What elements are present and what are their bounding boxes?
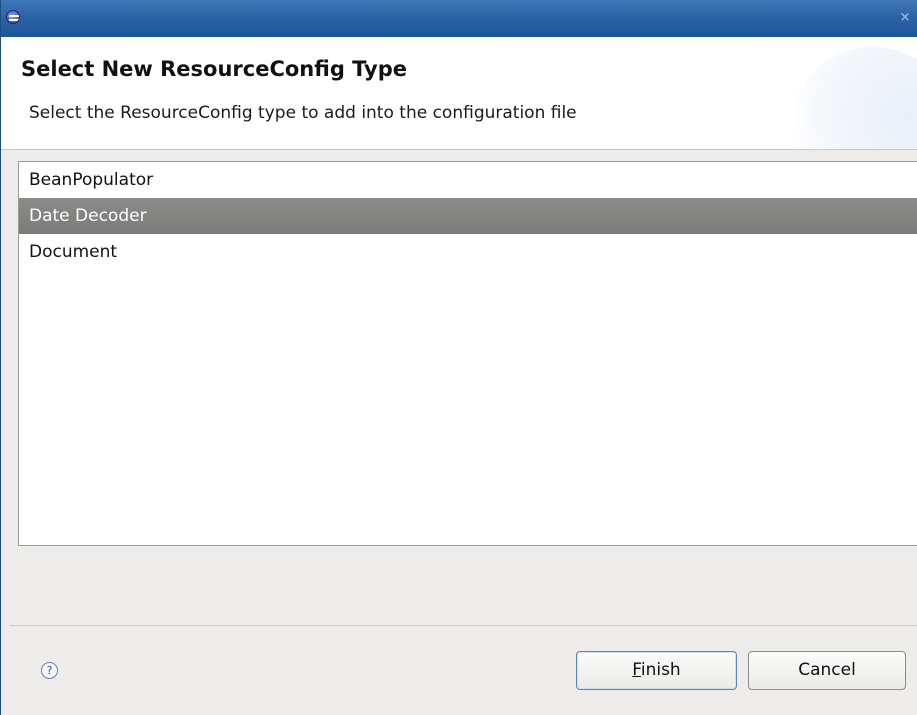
- header-decoration: [788, 47, 917, 149]
- dialog-window: × Select New ResourceConfig Type Select …: [0, 0, 917, 715]
- page-title: Select New ResourceConfig Type: [21, 57, 407, 81]
- wizard-header: Select New ResourceConfig Type Select th…: [1, 37, 917, 150]
- list-item-label: Document: [29, 242, 118, 262]
- eclipse-icon: [6, 10, 20, 24]
- list-item-label: Date Decoder: [29, 206, 147, 226]
- close-icon[interactable]: ×: [898, 11, 912, 25]
- cancel-button[interactable]: Cancel: [748, 651, 906, 690]
- resource-type-list[interactable]: BeanPopulator Date Decoder Document: [18, 161, 917, 546]
- help-icon[interactable]: ?: [41, 662, 58, 679]
- list-item-date-decoder[interactable]: Date Decoder: [19, 198, 917, 234]
- footer-divider: [10, 625, 917, 626]
- list-item-beanpopulator[interactable]: BeanPopulator: [19, 162, 917, 198]
- finish-button[interactable]: Finish: [576, 651, 737, 690]
- finish-mnemonic: F: [632, 660, 641, 680]
- list-item-document[interactable]: Document: [19, 234, 917, 270]
- list-item-label: BeanPopulator: [29, 170, 154, 190]
- title-bar[interactable]: ×: [1, 0, 917, 37]
- page-description: Select the ResourceConfig type to add in…: [29, 103, 577, 123]
- finish-label: inish: [640, 660, 681, 680]
